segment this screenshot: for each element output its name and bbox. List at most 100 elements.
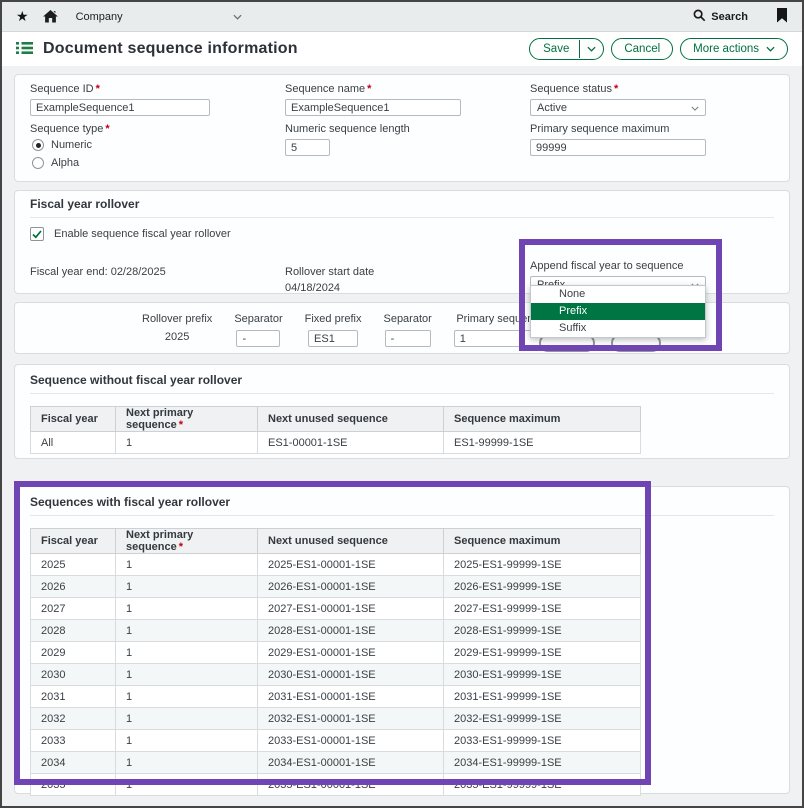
favorites-star-icon[interactable]: ★ — [16, 8, 29, 25]
enable-rollover-label: Enable sequence fiscal year rollover — [54, 228, 231, 240]
divider — [30, 393, 774, 394]
table-cell: 1 — [116, 432, 258, 454]
home-icon[interactable] — [43, 10, 58, 23]
table-cell: 1 — [116, 620, 258, 642]
save-button[interactable]: Save — [529, 38, 604, 60]
sequence-id-input[interactable] — [30, 99, 210, 116]
fiscal-year-end-text: Fiscal year end: 02/28/2025 — [30, 252, 285, 294]
column-header: Fiscal year — [31, 407, 116, 432]
top-navigation-bar: ★ Company Search — [2, 2, 802, 32]
table-cell: 1 — [116, 708, 258, 730]
app-window: ★ Company Search — [0, 0, 804, 808]
table-cell: 1 — [116, 752, 258, 774]
table-cell: 2034 — [31, 752, 116, 774]
company-menu-label: Company — [76, 11, 123, 23]
search-label: Search — [711, 11, 748, 23]
dropdown-option-none[interactable]: None — [531, 286, 705, 303]
header-actions: Save Cancel More actions — [529, 38, 788, 60]
sequence-status-select[interactable]: Active — [530, 99, 706, 116]
table-cell: 2033-ES1-00001-1SE — [258, 730, 444, 752]
table-cell: 1 — [116, 686, 258, 708]
dropdown-option-prefix[interactable]: Prefix — [531, 303, 705, 320]
table-row: 202912029-ES1-00001-1SE2029-ES1-99999-1S… — [31, 642, 641, 664]
sequence-details-card: Sequence ID* Sequence name* Sequence sta… — [14, 74, 790, 182]
table-cell: 2034-ES1-00001-1SE — [258, 752, 444, 774]
fiscal-year-rollover-card: Fiscal year rollover Enable sequence fis… — [14, 190, 790, 294]
primary-sequence-maximum-label: Primary sequence maximum — [530, 123, 774, 135]
table-cell: 2028-ES1-00001-1SE — [258, 620, 444, 642]
chevron-down-icon — [766, 46, 775, 52]
table-cell: 2030 — [31, 664, 116, 686]
bookmark-icon[interactable] — [776, 8, 788, 26]
table-cell: 2034-ES1-99999-1SE — [444, 752, 641, 774]
table-cell: 2025-ES1-00001-1SE — [258, 554, 444, 576]
chevron-down-icon — [691, 102, 699, 114]
table-cell: 2030-ES1-00001-1SE — [258, 664, 444, 686]
column-header: Next primary sequence* — [116, 529, 258, 554]
cancel-button[interactable]: Cancel — [611, 38, 673, 60]
rollover-start-date-label: Rollover start date — [285, 266, 530, 278]
table-row: 203512035-ES1-00001-1SE2035-ES1-99999-1S… — [31, 774, 641, 796]
column-header: Next unused sequence — [258, 407, 444, 432]
page-title: Document sequence information — [43, 40, 298, 58]
sequence-name-input[interactable] — [285, 99, 461, 116]
table-cell: 2026-ES1-00001-1SE — [258, 576, 444, 598]
divider — [30, 217, 774, 218]
separator-label: Separator — [234, 313, 282, 325]
sequence-without-rollover-card: Sequence without fiscal year rollover Fi… — [14, 364, 790, 459]
radio-unselected-icon[interactable] — [32, 157, 44, 169]
table-cell: 2031-ES1-00001-1SE — [258, 686, 444, 708]
append-fiscal-year-label: Append fiscal year to sequence — [530, 260, 774, 272]
rollover-prefix-label: Rollover prefix — [142, 313, 212, 325]
chevron-down-icon — [587, 43, 596, 55]
enable-rollover-row: Enable sequence fiscal year rollover — [30, 226, 774, 242]
table-cell: 1 — [116, 642, 258, 664]
separator-input-2[interactable] — [385, 330, 431, 347]
fiscal-year-rollover-title: Fiscal year rollover — [30, 197, 774, 212]
company-menu[interactable]: Company — [76, 11, 242, 23]
sequence-name-label: Sequence name* — [285, 83, 530, 95]
table-cell: 2035 — [31, 774, 116, 796]
table-cell: 2035-ES1-99999-1SE — [444, 774, 641, 796]
chevron-down-icon — [233, 11, 242, 23]
table-cell: 2029-ES1-99999-1SE — [444, 642, 641, 664]
table-row: 203412034-ES1-00001-1SE2034-ES1-99999-1S… — [31, 752, 641, 774]
radio-alpha-label: Alpha — [51, 157, 79, 169]
table-cell: 2026-ES1-99999-1SE — [444, 576, 641, 598]
save-dropdown-button[interactable] — [579, 40, 603, 58]
table-cell: ES1-99999-1SE — [444, 432, 641, 454]
table-cell: 2028-ES1-99999-1SE — [444, 620, 641, 642]
search-icon — [693, 9, 706, 25]
radio-selected-icon[interactable] — [32, 139, 44, 151]
column-header: Next primary sequence* — [116, 407, 258, 432]
page-content: Sequence ID* Sequence name* Sequence sta… — [2, 66, 802, 794]
sequence-status-label: Sequence status* — [530, 83, 774, 95]
list-menu-icon[interactable] — [16, 41, 33, 58]
column-header: Fiscal year — [31, 529, 116, 554]
separator-input-1[interactable] — [236, 330, 280, 347]
separator-label: Separator — [383, 313, 431, 325]
table-row: 203312033-ES1-00001-1SE2033-ES1-99999-1S… — [31, 730, 641, 752]
table-cell: 2033 — [31, 730, 116, 752]
primary-sequence-maximum-input[interactable] — [530, 139, 706, 156]
search-button[interactable]: Search — [693, 9, 748, 25]
sequence-id-label: Sequence ID* — [30, 83, 285, 95]
sequences-with-rollover-card: Sequences with fiscal year rollover Fisc… — [14, 486, 790, 794]
numeric-sequence-length-input[interactable] — [285, 139, 330, 156]
column-header: Sequence maximum — [444, 407, 641, 432]
table-cell: 2027 — [31, 598, 116, 620]
radio-option-alpha[interactable]: Alpha — [32, 157, 285, 169]
dropdown-option-suffix[interactable]: Suffix — [531, 320, 705, 337]
table-cell: 2035-ES1-00001-1SE — [258, 774, 444, 796]
table-header-row: Fiscal year Next primary sequence* Next … — [31, 407, 641, 432]
more-actions-button[interactable]: More actions — [680, 38, 788, 60]
table-row: All1ES1-00001-1SEES1-99999-1SE — [31, 432, 641, 454]
enable-rollover-checkbox[interactable] — [30, 227, 44, 241]
radio-option-numeric[interactable]: Numeric — [32, 139, 285, 151]
save-button-label[interactable]: Save — [530, 43, 579, 55]
table-cell: 1 — [116, 576, 258, 598]
table-cell: 1 — [116, 730, 258, 752]
fixed-prefix-input[interactable] — [308, 330, 358, 347]
table-cell: 1 — [116, 774, 258, 796]
table-cell: 2025-ES1-99999-1SE — [444, 554, 641, 576]
